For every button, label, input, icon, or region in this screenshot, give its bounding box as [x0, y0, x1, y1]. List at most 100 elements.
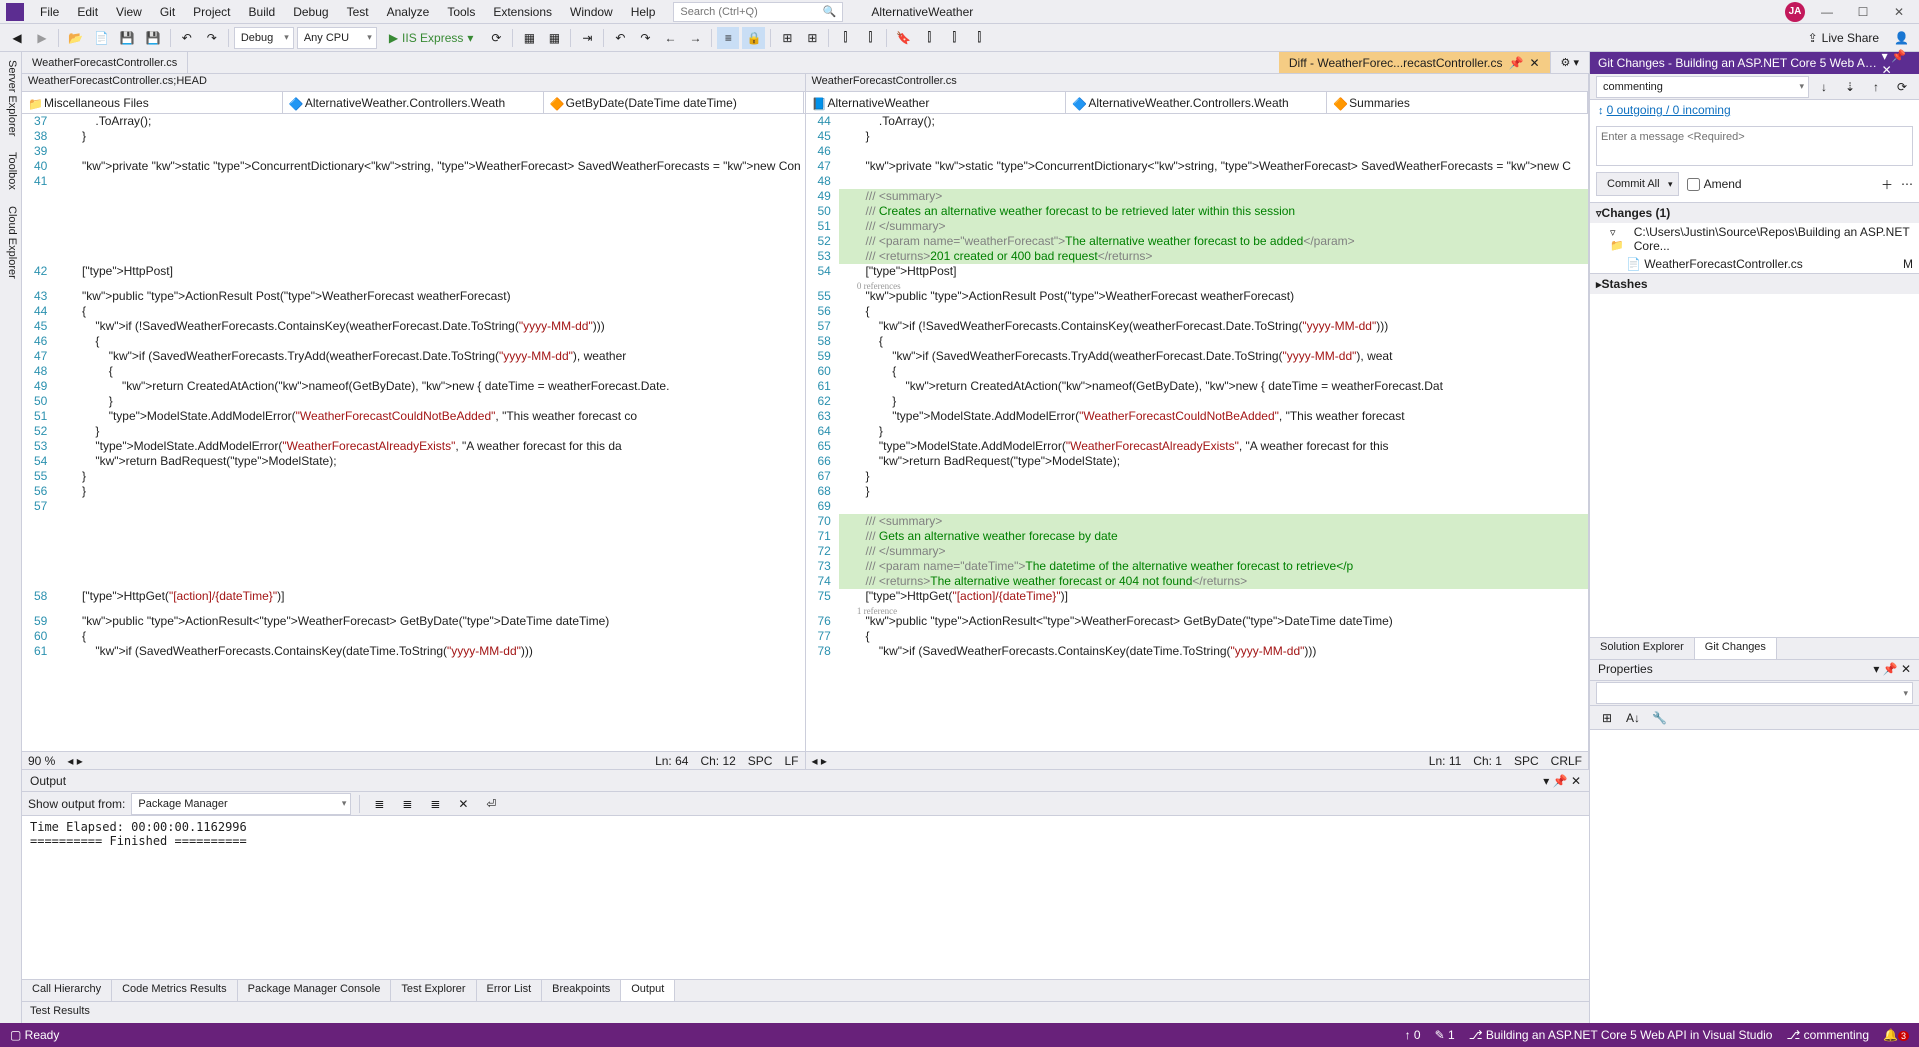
nav-class[interactable]: 🔷AlternativeWeather.Controllers.Weath [283, 92, 544, 113]
changed-file[interactable]: 📄 WeatherForecastController.cs M [1590, 255, 1919, 273]
status-outgoing[interactable]: ↑ 0 [1405, 1028, 1421, 1042]
nav-project[interactable]: 📁Miscellaneous Files [22, 92, 283, 113]
sidebar-tab-cloud-explorer[interactable]: Cloud Explorer [0, 198, 21, 287]
nav-fwd-icon[interactable]: ▶ [31, 27, 53, 49]
save-icon[interactable]: 💾 [116, 27, 139, 49]
menu-build[interactable]: Build [241, 2, 284, 22]
properties-object-dropdown[interactable] [1596, 682, 1913, 704]
status-branch[interactable]: ⎇ commenting [1786, 1028, 1869, 1042]
avatar[interactable]: JA [1785, 2, 1805, 22]
sync-link[interactable]: ↕ 0 outgoing / 0 incoming [1590, 100, 1919, 120]
sidebar-tab-server-explorer[interactable]: Server Explorer [0, 52, 21, 144]
output-tool-icon[interactable]: ≣ [368, 793, 390, 815]
compare-mode-icon[interactable]: ≡ [717, 27, 739, 49]
stashes-header[interactable]: ▸ Stashes [1590, 274, 1919, 294]
nav-member[interactable]: 🔶Summaries [1327, 92, 1588, 113]
tool-icon[interactable]: ⫿ [834, 27, 856, 49]
nav-icon[interactable]: ↷ [634, 27, 656, 49]
doc-tab-diff[interactable]: Diff - WeatherForec...recastController.c… [1279, 52, 1551, 73]
maximize-button[interactable]: ☐ [1849, 2, 1877, 22]
tool-icon[interactable]: ⊞ [776, 27, 798, 49]
menu-extensions[interactable]: Extensions [485, 2, 560, 22]
nav-project[interactable]: 📘AlternativeWeather [806, 92, 1067, 113]
tool-icon[interactable]: ⫿ [918, 27, 940, 49]
menu-test[interactable]: Test [339, 2, 377, 22]
bottom-tab-output[interactable]: Output [621, 980, 675, 1001]
new-project-icon[interactable]: 📂 [64, 27, 87, 49]
menu-help[interactable]: Help [623, 2, 664, 22]
run-button[interactable]: ▶ IIS Express ▾ [380, 27, 483, 49]
amend-checkbox[interactable]: Amend [1687, 177, 1742, 191]
changes-folder[interactable]: ▿ 📁 C:\Users\Justin\Source\Repos\Buildin… [1590, 223, 1919, 255]
output-wrap-icon[interactable]: ⏎ [480, 793, 502, 815]
close-button[interactable]: ✕ [1885, 2, 1913, 22]
tool-icon[interactable]: ⫿ [943, 27, 965, 49]
menu-window[interactable]: Window [562, 2, 621, 22]
tool-icon[interactable]: ⫿ [859, 27, 881, 49]
more-icon[interactable]: ⋯ [1901, 177, 1913, 191]
sidebar-tab-toolbox[interactable]: Toolbox [0, 144, 21, 198]
feedback-icon[interactable]: 👤 [1890, 27, 1913, 49]
notifications-icon[interactable]: 🔔3 [1883, 1028, 1909, 1042]
bottom-tab-breakpoints[interactable]: Breakpoints [542, 980, 621, 1001]
props-tool-icon[interactable]: 🔧 [1648, 707, 1671, 729]
minimize-button[interactable]: — [1813, 2, 1841, 22]
nav-icon[interactable]: ↶ [609, 27, 631, 49]
categorized-icon[interactable]: ⊞ [1596, 707, 1618, 729]
undo-icon[interactable]: ↶ [176, 27, 198, 49]
search-box[interactable]: 🔍 [673, 2, 843, 22]
menu-view[interactable]: View [108, 2, 150, 22]
status-repo[interactable]: ⎇ Building an ASP.NET Core 5 Web API in … [1469, 1028, 1773, 1042]
solution-name[interactable]: AlternativeWeather [863, 3, 981, 21]
search-input[interactable] [680, 6, 822, 18]
push-icon[interactable]: ↑ [1865, 76, 1887, 98]
bookmark-icon[interactable]: 🔖 [892, 27, 915, 49]
panel-dropdown-icon[interactable]: ▾ [1543, 774, 1549, 788]
tool-icon[interactable]: ⫿ [968, 27, 990, 49]
output-body[interactable]: Time Elapsed: 00:00:00.1162996 =========… [22, 816, 1589, 979]
nav-class[interactable]: 🔷AlternativeWeather.Controllers.Weath [1066, 92, 1327, 113]
tab-options-icon[interactable]: ⚙ ▾ [1551, 52, 1589, 73]
commit-message-input[interactable]: Enter a message <Required> [1596, 126, 1913, 166]
menu-tools[interactable]: Tools [439, 2, 483, 22]
changes-header[interactable]: ▿ Changes (1) [1590, 203, 1919, 223]
rp-tab-git-changes[interactable]: Git Changes [1695, 638, 1777, 659]
nav-icon[interactable]: ← [659, 27, 681, 49]
bottom-tab-code-metrics-results[interactable]: Code Metrics Results [112, 980, 238, 1001]
platform-dropdown[interactable]: Any CPU [297, 27, 377, 49]
tool-icon[interactable]: ▦ [518, 27, 540, 49]
nav-back-icon[interactable]: ◀ [6, 27, 28, 49]
output-clear-icon[interactable]: ✕ [452, 793, 474, 815]
bottom-tab-package-manager-console[interactable]: Package Manager Console [238, 980, 392, 1001]
open-file-icon[interactable]: 📄 [90, 27, 113, 49]
lock-icon[interactable]: 🔒 [742, 27, 765, 49]
menu-file[interactable]: File [32, 2, 67, 22]
alphabetical-icon[interactable]: A↓ [1622, 707, 1644, 729]
doc-tab-left[interactable]: WeatherForecastController.cs [22, 52, 188, 73]
bottom-tab-call-hierarchy[interactable]: Call Hierarchy [22, 980, 112, 1001]
menu-debug[interactable]: Debug [285, 2, 336, 22]
save-all-icon[interactable]: 💾 [142, 27, 165, 49]
rp-tab-solution-explorer[interactable]: Solution Explorer [1590, 638, 1695, 659]
nav-member[interactable]: 🔶GetByDate(DateTime dateTime) [544, 92, 805, 113]
menu-analyze[interactable]: Analyze [379, 2, 438, 22]
redo-icon[interactable]: ↷ [201, 27, 223, 49]
pull-icon[interactable]: ⇣ [1839, 76, 1861, 98]
panel-pin-icon[interactable]: 📌 [1553, 774, 1568, 788]
commit-all-button[interactable]: Commit All [1596, 172, 1679, 196]
output-tool-icon[interactable]: ≣ [396, 793, 418, 815]
refresh-icon[interactable]: ⟳ [485, 27, 507, 49]
output-source-dropdown[interactable]: Package Manager [131, 793, 351, 815]
bottom-tab-test-explorer[interactable]: Test Explorer [391, 980, 476, 1001]
stage-all-icon[interactable]: ＋ [1881, 176, 1893, 193]
close-tab-icon[interactable]: ✕ [1529, 56, 1539, 70]
fetch-icon[interactable]: ↓ [1813, 76, 1835, 98]
step-icon[interactable]: ⇥ [576, 27, 598, 49]
sync-icon[interactable]: ⟳ [1891, 76, 1913, 98]
tool-icon[interactable]: ⊞ [801, 27, 823, 49]
menu-git[interactable]: Git [152, 2, 183, 22]
menu-project[interactable]: Project [185, 2, 238, 22]
tool-icon[interactable]: ▦ [543, 27, 565, 49]
code-editor-right[interactable]: 4445464748495051525354555657585960616263… [806, 114, 1589, 751]
branch-dropdown[interactable]: commenting [1596, 76, 1809, 98]
